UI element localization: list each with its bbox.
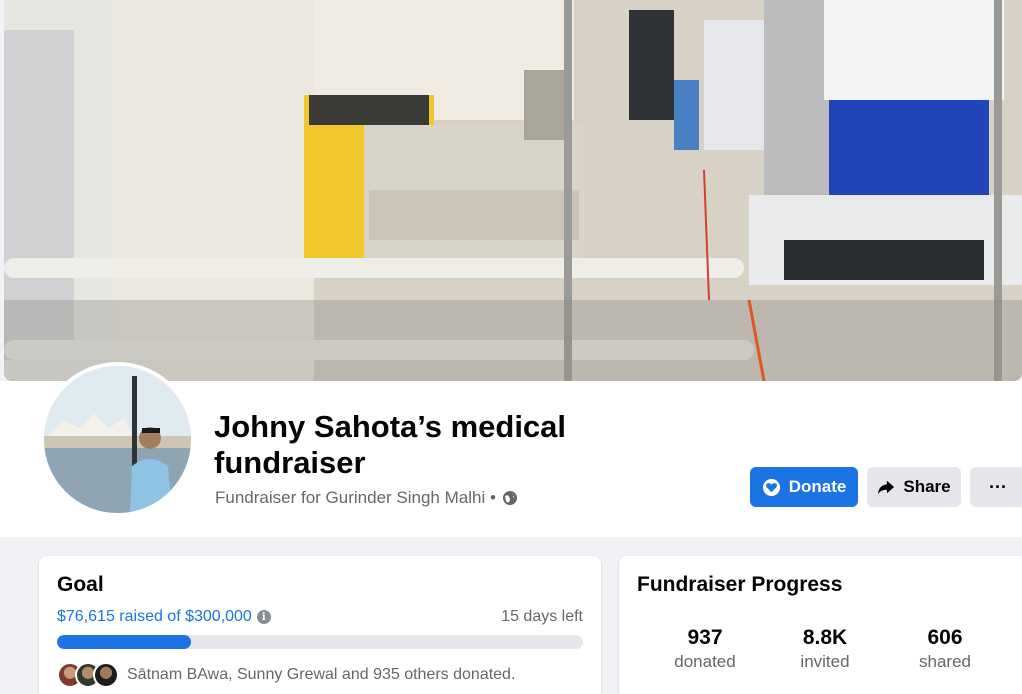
donor-avatar bbox=[93, 662, 119, 688]
donor-avatars bbox=[57, 662, 119, 688]
share-arrow-icon bbox=[878, 480, 895, 495]
stat-invited: 8.8K invited bbox=[765, 626, 885, 672]
donate-button[interactable]: Donate bbox=[750, 467, 858, 507]
page-title: Johny Sahota’s medical fundraiser bbox=[214, 409, 567, 480]
goal-progress-bar bbox=[57, 635, 583, 649]
globe-icon[interactable] bbox=[502, 490, 518, 506]
donors-summary[interactable]: Sātnam BAwa, Sunny Grewal and 935 others… bbox=[57, 662, 515, 688]
share-label: Share bbox=[903, 477, 951, 496]
stat-donated: 937 donated bbox=[645, 626, 765, 672]
progress-heading: Fundraiser Progress bbox=[637, 573, 843, 596]
info-icon[interactable]: i bbox=[256, 610, 271, 624]
goal-progress-fill bbox=[57, 635, 192, 649]
stat-label: invited bbox=[800, 652, 850, 671]
fundraiser-subtitle: Fundraiser for Gurinder Singh Malhi • bbox=[215, 488, 518, 508]
raised-text: $76,615 raised of $300,000 bbox=[57, 608, 252, 625]
raised-amount: $76,615 raised of $300,000 i bbox=[57, 608, 271, 626]
more-options-button[interactable]: ··· bbox=[970, 467, 1022, 507]
donate-heart-icon bbox=[762, 478, 780, 496]
stat-label: shared bbox=[919, 652, 971, 671]
donate-label: Donate bbox=[788, 477, 847, 496]
goal-heading: Goal bbox=[57, 573, 104, 596]
donors-text[interactable]: Sātnam BAwa, Sunny Grewal and 935 others… bbox=[127, 666, 515, 684]
stat-number: 8.8K bbox=[802, 626, 848, 649]
progress-stats: 937 donated 8.8K invited 606 shared bbox=[619, 626, 1022, 672]
stat-label: donated bbox=[674, 652, 736, 671]
more-dots-icon: ··· bbox=[989, 476, 1007, 497]
share-button[interactable]: Share bbox=[867, 467, 961, 507]
stat-shared: 606 shared bbox=[885, 626, 1005, 672]
stat-number: 937 bbox=[687, 626, 723, 649]
cover-photo bbox=[4, 0, 1022, 381]
days-left: 15 days left bbox=[501, 608, 583, 625]
avatar[interactable] bbox=[40, 362, 195, 517]
beneficiary-text[interactable]: Fundraiser for Gurinder Singh Malhi • bbox=[215, 488, 496, 508]
stat-number: 606 bbox=[927, 626, 963, 649]
goal-card: Goal $76,615 raised of $300,000 i 15 day… bbox=[39, 556, 601, 694]
fundraiser-progress-card: Fundraiser Progress 937 donated 8.8K inv… bbox=[619, 556, 1022, 694]
